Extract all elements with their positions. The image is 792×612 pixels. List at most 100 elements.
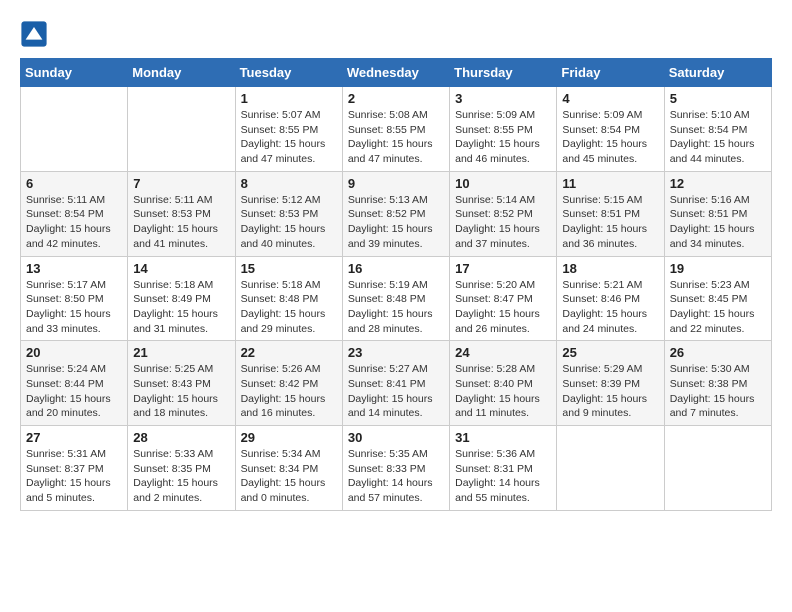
- day-detail: Sunrise: 5:36 AM Sunset: 8:31 PM Dayligh…: [455, 447, 551, 506]
- day-detail: Sunrise: 5:14 AM Sunset: 8:52 PM Dayligh…: [455, 193, 551, 252]
- calendar-week-row: 27Sunrise: 5:31 AM Sunset: 8:37 PM Dayli…: [21, 426, 772, 511]
- day-number: 24: [455, 345, 551, 360]
- day-detail: Sunrise: 5:09 AM Sunset: 8:54 PM Dayligh…: [562, 108, 658, 167]
- day-detail: Sunrise: 5:16 AM Sunset: 8:51 PM Dayligh…: [670, 193, 766, 252]
- calendar-cell: 12 Sunrise: 5:16 AM Sunset: 8:51 PM Dayli…: [664, 171, 771, 256]
- day-number: 3: [455, 91, 551, 106]
- day-detail: Sunrise: 5:26 AM Sunset: 8:42 PM Dayligh…: [241, 362, 337, 421]
- day-number: 10: [455, 176, 551, 191]
- column-header-friday: Friday: [557, 59, 664, 87]
- day-number: 19: [670, 261, 766, 276]
- day-number: 8: [241, 176, 337, 191]
- calendar-cell: 1 Sunrise: 5:07 AM Sunset: 8:55 PM Daylig…: [235, 87, 342, 172]
- calendar-cell: [664, 426, 771, 511]
- calendar-week-row: 1 Sunrise: 5:07 AM Sunset: 8:55 PM Daylig…: [21, 87, 772, 172]
- day-number: 9: [348, 176, 444, 191]
- day-detail: Sunrise: 5:08 AM Sunset: 8:55 PM Dayligh…: [348, 108, 444, 167]
- day-detail: Sunrise: 5:17 AM Sunset: 8:50 PM Dayligh…: [26, 278, 122, 337]
- day-detail: Sunrise: 5:07 AM Sunset: 8:55 PM Dayligh…: [241, 108, 337, 167]
- column-header-saturday: Saturday: [664, 59, 771, 87]
- calendar-cell: 15 Sunrise: 5:18 AM Sunset: 8:48 PM Dayli…: [235, 256, 342, 341]
- calendar-cell: 10 Sunrise: 5:14 AM Sunset: 8:52 PM Dayli…: [450, 171, 557, 256]
- calendar-cell: 2 Sunrise: 5:08 AM Sunset: 8:55 PM Daylig…: [342, 87, 449, 172]
- calendar-cell: 18 Sunrise: 5:21 AM Sunset: 8:46 PM Dayli…: [557, 256, 664, 341]
- calendar-header-row: SundayMondayTuesdayWednesdayThursdayFrid…: [21, 59, 772, 87]
- day-number: 14: [133, 261, 229, 276]
- column-header-thursday: Thursday: [450, 59, 557, 87]
- column-header-tuesday: Tuesday: [235, 59, 342, 87]
- calendar-cell: 21 Sunrise: 5:25 AM Sunset: 8:43 PM Dayli…: [128, 341, 235, 426]
- day-number: 15: [241, 261, 337, 276]
- calendar-cell: 29 Sunrise: 5:34 AM Sunset: 8:34 PM Dayli…: [235, 426, 342, 511]
- day-number: 13: [26, 261, 122, 276]
- calendar-cell: 3Sunrise: 5:09 AM Sunset: 8:55 PM Daylig…: [450, 87, 557, 172]
- calendar-cell: 8 Sunrise: 5:12 AM Sunset: 8:53 PM Daylig…: [235, 171, 342, 256]
- calendar-cell: [128, 87, 235, 172]
- day-number: 22: [241, 345, 337, 360]
- calendar-cell: 30 Sunrise: 5:35 AM Sunset: 8:33 PM Dayli…: [342, 426, 449, 511]
- day-number: 26: [670, 345, 766, 360]
- day-number: 29: [241, 430, 337, 445]
- day-detail: Sunrise: 5:25 AM Sunset: 8:43 PM Dayligh…: [133, 362, 229, 421]
- day-number: 30: [348, 430, 444, 445]
- calendar-cell: 11Sunrise: 5:15 AM Sunset: 8:51 PM Dayli…: [557, 171, 664, 256]
- calendar-cell: 7 Sunrise: 5:11 AM Sunset: 8:53 PM Daylig…: [128, 171, 235, 256]
- day-detail: Sunrise: 5:28 AM Sunset: 8:40 PM Dayligh…: [455, 362, 551, 421]
- day-detail: Sunrise: 5:27 AM Sunset: 8:41 PM Dayligh…: [348, 362, 444, 421]
- calendar-cell: [21, 87, 128, 172]
- page-header: [20, 20, 772, 48]
- day-number: 4: [562, 91, 658, 106]
- calendar-week-row: 6Sunrise: 5:11 AM Sunset: 8:54 PM Daylig…: [21, 171, 772, 256]
- calendar-cell: 17 Sunrise: 5:20 AM Sunset: 8:47 PM Dayli…: [450, 256, 557, 341]
- day-number: 6: [26, 176, 122, 191]
- day-detail: Sunrise: 5:19 AM Sunset: 8:48 PM Dayligh…: [348, 278, 444, 337]
- calendar-cell: 26 Sunrise: 5:30 AM Sunset: 8:38 PM Dayli…: [664, 341, 771, 426]
- calendar-cell: 28 Sunrise: 5:33 AM Sunset: 8:35 PM Dayli…: [128, 426, 235, 511]
- day-detail: Sunrise: 5:11 AM Sunset: 8:53 PM Dayligh…: [133, 193, 229, 252]
- day-detail: Sunrise: 5:33 AM Sunset: 8:35 PM Dayligh…: [133, 447, 229, 506]
- calendar-cell: 23 Sunrise: 5:27 AM Sunset: 8:41 PM Dayli…: [342, 341, 449, 426]
- calendar-cell: 22 Sunrise: 5:26 AM Sunset: 8:42 PM Dayli…: [235, 341, 342, 426]
- day-detail: Sunrise: 5:30 AM Sunset: 8:38 PM Dayligh…: [670, 362, 766, 421]
- day-number: 18: [562, 261, 658, 276]
- day-number: 2: [348, 91, 444, 106]
- day-number: 28: [133, 430, 229, 445]
- calendar-cell: 4 Sunrise: 5:09 AM Sunset: 8:54 PM Daylig…: [557, 87, 664, 172]
- day-number: 1: [241, 91, 337, 106]
- day-detail: Sunrise: 5:10 AM Sunset: 8:54 PM Dayligh…: [670, 108, 766, 167]
- calendar-cell: 24 Sunrise: 5:28 AM Sunset: 8:40 PM Dayli…: [450, 341, 557, 426]
- day-number: 21: [133, 345, 229, 360]
- calendar-cell: 31 Sunrise: 5:36 AM Sunset: 8:31 PM Dayli…: [450, 426, 557, 511]
- day-detail: Sunrise: 5:12 AM Sunset: 8:53 PM Dayligh…: [241, 193, 337, 252]
- calendar-cell: [557, 426, 664, 511]
- day-detail: Sunrise: 5:18 AM Sunset: 8:48 PM Dayligh…: [241, 278, 337, 337]
- logo-icon: [20, 20, 48, 48]
- day-number: 12: [670, 176, 766, 191]
- day-number: 16: [348, 261, 444, 276]
- calendar-week-row: 20Sunrise: 5:24 AM Sunset: 8:44 PM Dayli…: [21, 341, 772, 426]
- day-detail: Sunrise: 5:34 AM Sunset: 8:34 PM Dayligh…: [241, 447, 337, 506]
- day-detail: Sunrise: 5:20 AM Sunset: 8:47 PM Dayligh…: [455, 278, 551, 337]
- day-number: 27: [26, 430, 122, 445]
- calendar-cell: 5Sunrise: 5:10 AM Sunset: 8:54 PM Daylig…: [664, 87, 771, 172]
- day-detail: Sunrise: 5:18 AM Sunset: 8:49 PM Dayligh…: [133, 278, 229, 337]
- day-number: 23: [348, 345, 444, 360]
- day-number: 25: [562, 345, 658, 360]
- day-detail: Sunrise: 5:21 AM Sunset: 8:46 PM Dayligh…: [562, 278, 658, 337]
- calendar-cell: 14 Sunrise: 5:18 AM Sunset: 8:49 PM Dayli…: [128, 256, 235, 341]
- column-header-wednesday: Wednesday: [342, 59, 449, 87]
- day-detail: Sunrise: 5:29 AM Sunset: 8:39 PM Dayligh…: [562, 362, 658, 421]
- calendar-cell: 20Sunrise: 5:24 AM Sunset: 8:44 PM Dayli…: [21, 341, 128, 426]
- day-detail: Sunrise: 5:35 AM Sunset: 8:33 PM Dayligh…: [348, 447, 444, 506]
- logo: [20, 20, 50, 48]
- calendar-cell: 6Sunrise: 5:11 AM Sunset: 8:54 PM Daylig…: [21, 171, 128, 256]
- calendar-cell: 25 Sunrise: 5:29 AM Sunset: 8:39 PM Dayli…: [557, 341, 664, 426]
- day-detail: Sunrise: 5:15 AM Sunset: 8:51 PM Dayligh…: [562, 193, 658, 252]
- day-number: 20: [26, 345, 122, 360]
- day-number: 7: [133, 176, 229, 191]
- day-number: 17: [455, 261, 551, 276]
- calendar-cell: 19Sunrise: 5:23 AM Sunset: 8:45 PM Dayli…: [664, 256, 771, 341]
- calendar-cell: 27Sunrise: 5:31 AM Sunset: 8:37 PM Dayli…: [21, 426, 128, 511]
- column-header-sunday: Sunday: [21, 59, 128, 87]
- day-number: 31: [455, 430, 551, 445]
